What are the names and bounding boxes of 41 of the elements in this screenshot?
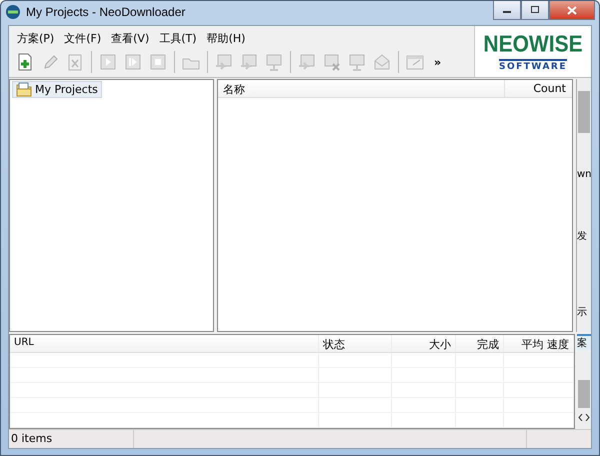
stop-icon bbox=[148, 52, 168, 72]
column-header[interactable]: 完成 bbox=[456, 335, 504, 352]
more-tools-button[interactable]: » bbox=[434, 56, 442, 69]
column-header[interactable]: URL bbox=[10, 335, 319, 352]
column-header[interactable]: 大小 bbox=[392, 335, 456, 352]
scroll-arrows-icon bbox=[578, 414, 590, 422]
minimize-button[interactable] bbox=[493, 1, 521, 20]
company-logo: NEOWISE SOFTWARE bbox=[474, 26, 591, 78]
folder-icon bbox=[16, 82, 32, 98]
side-panel-text: 示 bbox=[577, 306, 587, 320]
column-header[interactable]: 状态 bbox=[319, 335, 392, 352]
side-panel-text: 发 bbox=[577, 230, 587, 244]
tree-item[interactable]: My Projects bbox=[12, 81, 102, 98]
monitor-icon bbox=[347, 52, 367, 72]
side-tab[interactable]: 案 bbox=[577, 334, 591, 350]
maximize-icon bbox=[530, 6, 540, 14]
column-header[interactable]: Count bbox=[504, 80, 572, 98]
app-icon bbox=[5, 4, 21, 20]
maximize-button[interactable] bbox=[521, 1, 549, 20]
image-arrow-icon bbox=[214, 52, 234, 72]
menu-item[interactable]: 方案(P) bbox=[13, 30, 58, 46]
scrollbar-thumb[interactable] bbox=[578, 91, 590, 134]
step-forward-icon bbox=[123, 52, 143, 72]
menu-item[interactable]: 查看(V) bbox=[107, 30, 154, 46]
image-arrow-icon bbox=[239, 52, 259, 72]
menu-item[interactable]: 文件(F) bbox=[60, 30, 106, 46]
scrollbar-thumb[interactable] bbox=[578, 380, 590, 408]
window-title: My Projects - NeoDownloader bbox=[26, 5, 186, 19]
envelope-icon bbox=[372, 52, 392, 72]
menu-item[interactable]: 帮助(H) bbox=[202, 30, 250, 46]
menu-item[interactable]: 工具(T) bbox=[155, 30, 201, 46]
image-arrow-icon bbox=[297, 52, 317, 72]
status-text: 0 items bbox=[9, 430, 134, 448]
image-remove-icon bbox=[322, 52, 342, 72]
column-header[interactable]: 平均 速度 bbox=[504, 335, 574, 352]
close-icon bbox=[567, 6, 577, 14]
column-header[interactable]: 名称 bbox=[218, 80, 504, 98]
side-panel-text: wn bbox=[577, 169, 591, 180]
monitor-icon bbox=[264, 52, 284, 72]
play-icon bbox=[98, 52, 118, 72]
close-button[interactable] bbox=[549, 1, 595, 20]
